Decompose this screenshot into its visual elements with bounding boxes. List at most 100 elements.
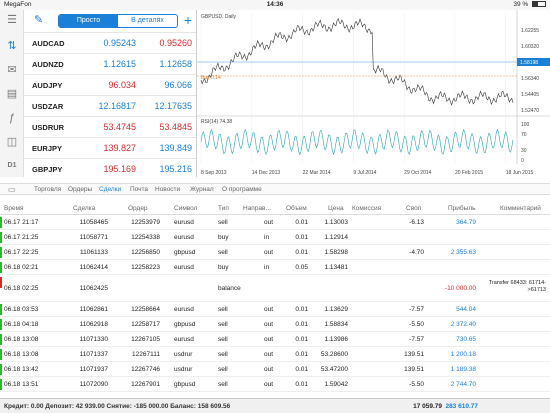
deal-symbol: eurusd — [174, 219, 194, 226]
terminal-tabs: ▭ Торговля Ордеры Сделки Почта Новости Ж… — [0, 183, 550, 195]
deal-volume: 0.01 — [295, 219, 308, 226]
timeframe-icon[interactable]: D1 — [4, 158, 20, 174]
table-row[interactable]: 06.18 04:18 11062918 12258717 gbpusd sell out… — [0, 317, 550, 332]
col-profit[interactable]: Прибыль — [448, 205, 476, 212]
tab-deals[interactable]: Сделки — [99, 186, 121, 193]
table-row[interactable]: 06.17 21:25 11058771 12254338 eurusd buy in 0.… — [0, 230, 550, 245]
table-row[interactable]: 06.18 13:42 11071937 12267746 usdrur sell out… — [0, 362, 550, 377]
edit-icon[interactable]: ✎ — [34, 13, 43, 26]
table-row[interactable]: 06.18 13:08 11071337 12267111 usdrur sell out… — [0, 347, 550, 362]
deal-volume: 0.01 — [295, 234, 308, 241]
details-view-button[interactable]: В деталях — [118, 15, 177, 27]
date-tick-label: 20 Feb 2015 — [455, 170, 483, 176]
deal-swap: 139.51 — [404, 366, 424, 373]
quote-row[interactable]: USDZAR 12.16817 12.17635 — [24, 95, 196, 115]
deal-swap: -5.50 — [409, 321, 424, 328]
deal-volume: 0.01 — [295, 306, 308, 313]
price-chart[interactable]: GBPUSD, Daily1.622551.603201.584101.5634… — [196, 10, 550, 177]
summary-text: Кредит: 0.00 Депозит: 42 939.00 Снятие: … — [4, 403, 231, 410]
order-id: 12258223 — [131, 264, 160, 271]
tab-about[interactable]: О программе — [222, 186, 262, 193]
col-deal[interactable]: Сделка — [73, 205, 95, 212]
deal-id: 11062425 — [79, 285, 108, 292]
row-marker — [0, 349, 2, 360]
tab-trade[interactable]: Торговля — [34, 186, 61, 193]
col-volume[interactable]: Объем — [286, 205, 307, 212]
quote-row[interactable]: AUDCAD 0.95243 0.95260 — [24, 32, 196, 52]
deal-id: 11071337 — [79, 351, 108, 358]
deal-time: 06.17 21:25 — [4, 234, 39, 241]
deal-time: 06.18 02:25 — [4, 285, 39, 292]
battery-indicator: 39 % — [513, 1, 546, 8]
quote-ask: 12.17635 — [154, 101, 192, 111]
col-commission[interactable]: Комиссия — [352, 205, 381, 212]
table-row[interactable]: 06.18 13:08 11071330 12267105 eurusd sell out… — [0, 332, 550, 347]
indicator-icon[interactable]: ƒ — [4, 110, 20, 126]
deal-profit: -10 000.00 — [444, 285, 476, 292]
col-direction[interactable]: Направ... — [243, 205, 271, 212]
deal-swap: -7.57 — [409, 336, 424, 343]
tab-orders[interactable]: Ордеры — [68, 186, 92, 193]
deal-volume: 0.01 — [295, 381, 308, 388]
table-row[interactable]: 06.18 03:53 11062861 12258664 eurusd sell out… — [0, 302, 550, 317]
row-marker — [0, 364, 2, 375]
deal-type: sell — [218, 336, 228, 343]
table-row[interactable]: 06.18 02:21 11062414 12258223 eurusd buy in 0.… — [0, 260, 550, 275]
tab-journal[interactable]: Журнал — [190, 186, 214, 193]
deal-price: 1.13481 — [324, 264, 349, 271]
tab-mail[interactable]: Почта — [130, 186, 148, 193]
deal-swap: -6.13 — [409, 219, 424, 226]
objects-icon[interactable]: ◫ — [4, 134, 20, 150]
chat-icon[interactable]: ✉ — [4, 62, 20, 78]
date-tick-label: 8 Sep 2013 — [201, 170, 227, 176]
deal-price: 1.59042 — [324, 381, 349, 388]
col-type[interactable]: Тип — [218, 205, 229, 212]
deal-id: 11062414 — [79, 264, 108, 271]
add-symbol-icon[interactable]: + — [184, 12, 192, 28]
quote-row[interactable]: EURJPY 139.827 139.849 — [24, 137, 196, 157]
deals-table-header: Время Сделка Ордер Символ Тип Направ... … — [0, 203, 550, 215]
col-swap[interactable]: Своп — [406, 205, 421, 212]
quote-row[interactable]: GBPJPY 195.169 195.216 — [24, 158, 196, 178]
quote-row[interactable]: USDRUR 53.4745 53.4845 — [24, 116, 196, 136]
market-watch-icon[interactable]: ☰ — [4, 12, 20, 28]
table-row[interactable]: 06.17 21:17 11058465 12253979 eurusd sell out… — [0, 215, 550, 230]
deal-type: balance — [218, 285, 241, 292]
deal-price: 53.47200 — [320, 366, 348, 373]
deal-direction: in — [264, 234, 270, 241]
order-id: 12258717 — [131, 321, 160, 328]
deal-comment: Transfer 68433: 61714->61713 — [488, 280, 546, 293]
col-order[interactable]: Ордер — [128, 205, 148, 212]
row-marker — [0, 217, 2, 228]
deal-symbol: eurusd — [174, 264, 194, 271]
row-marker — [0, 247, 2, 258]
quote-ask: 1.12658 — [159, 59, 192, 69]
col-symbol[interactable]: Символ — [174, 205, 197, 212]
quote-symbol: AUDNZD — [32, 60, 64, 69]
deal-direction: out — [264, 366, 274, 373]
quote-row[interactable]: AUDNZD 1.12615 1.12658 — [24, 53, 196, 73]
simple-view-button[interactable]: Просто — [59, 15, 118, 27]
deal-type: sell — [218, 351, 228, 358]
deal-type: sell — [218, 219, 228, 226]
deal-time: 06.18 03:53 — [4, 306, 39, 313]
row-marker — [0, 319, 2, 330]
col-time[interactable]: Время — [4, 205, 24, 212]
rsi-tick-label: 0 — [521, 158, 524, 164]
col-comment[interactable]: Комментарий — [500, 205, 541, 212]
quote-bid: 1.12615 — [103, 59, 136, 69]
trade-icon[interactable]: ⇅ — [4, 38, 20, 54]
rsi-tick-label: 70 — [521, 132, 527, 138]
table-row[interactable]: 06.17 22:25 11061133 12256850 gbpusd sell out… — [0, 245, 550, 260]
document-icon[interactable]: ▤ — [4, 86, 20, 102]
deal-symbol: usdrur — [174, 351, 193, 358]
table-row[interactable]: 06.18 13:51 11072090 12267901 gbpusd sell out… — [0, 377, 550, 392]
deal-symbol: gbpusd — [174, 321, 196, 328]
quote-row[interactable]: AUDJPY 96.034 96.066 — [24, 74, 196, 94]
tab-news[interactable]: Новости — [155, 186, 180, 193]
table-row[interactable]: 06.18 02:25 11062425 balance -10 000.00 Tran… — [0, 275, 550, 302]
deal-direction: out — [264, 351, 274, 358]
col-price[interactable]: Цена — [328, 205, 344, 212]
quote-ask: 96.066 — [164, 80, 192, 90]
deal-type: sell — [218, 249, 228, 256]
